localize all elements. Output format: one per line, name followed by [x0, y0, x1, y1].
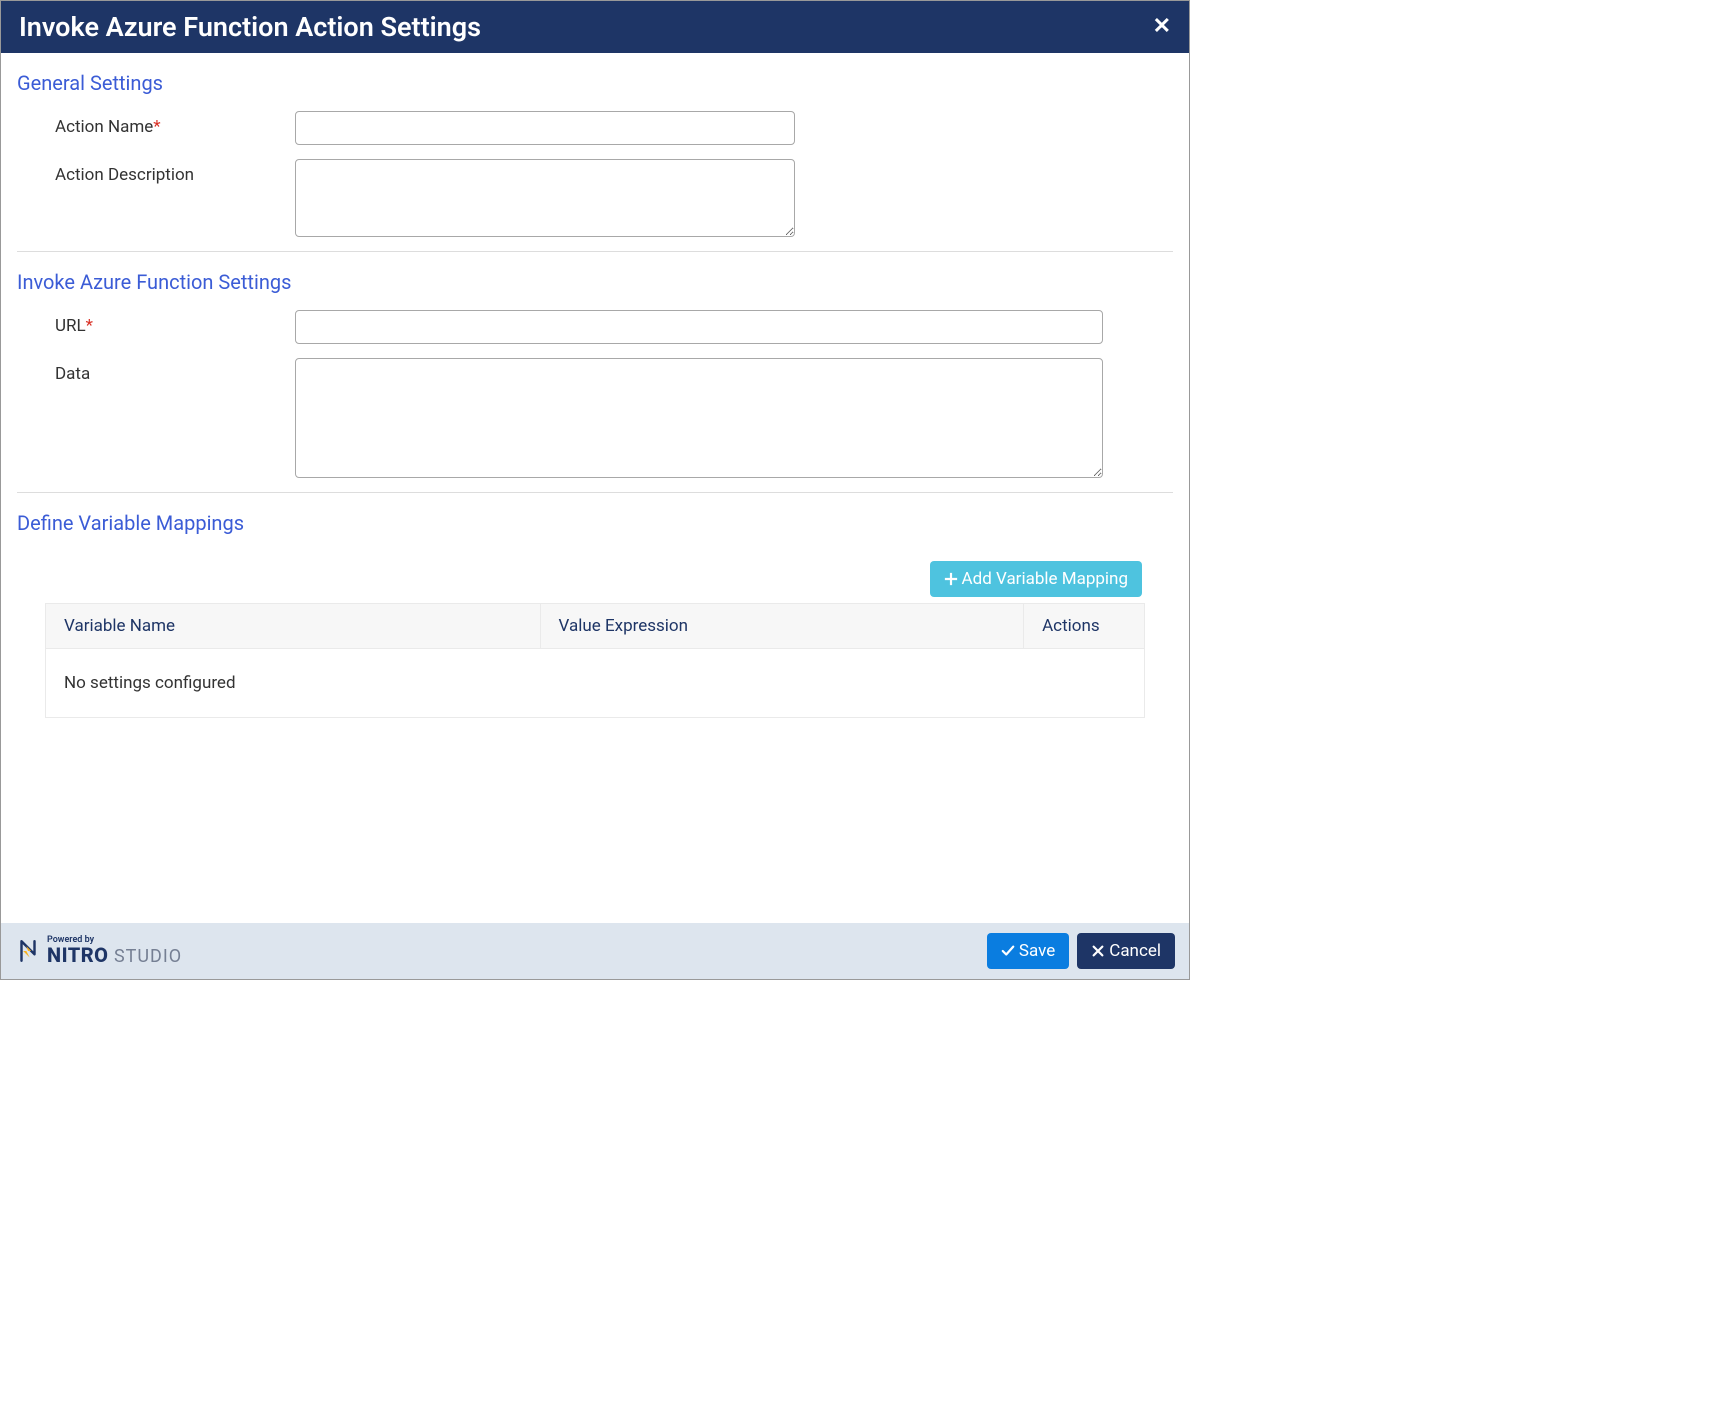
save-button[interactable]: Save	[987, 933, 1069, 969]
col-value-expression: Value Expression	[540, 604, 1024, 649]
required-marker: *	[86, 316, 93, 336]
section-title-mappings: Define Variable Mappings	[17, 511, 1173, 535]
col-actions: Actions	[1024, 604, 1145, 649]
add-variable-mapping-label: Add Variable Mapping	[962, 569, 1128, 589]
plus-icon	[944, 572, 958, 586]
form-row-url: URL*	[17, 310, 1173, 344]
save-label: Save	[1019, 941, 1055, 961]
dialog-header: Invoke Azure Function Action Settings ✕	[1, 1, 1189, 53]
form-row-action-name: Action Name*	[17, 111, 1173, 145]
divider	[17, 251, 1173, 252]
data-label: Data	[55, 358, 295, 384]
form-row-action-description: Action Description	[17, 159, 1173, 237]
table-row-empty: No settings configured	[46, 649, 1145, 718]
section-title-general: General Settings	[17, 71, 1173, 95]
dialog-title: Invoke Azure Function Action Settings	[19, 11, 481, 43]
url-label: URL*	[55, 310, 295, 336]
form-row-data: Data	[17, 358, 1173, 478]
col-variable-name: Variable Name	[46, 604, 541, 649]
cancel-label: Cancel	[1109, 941, 1161, 961]
required-marker: *	[153, 117, 160, 137]
brand: Powered by NITRO STUDIO	[15, 936, 182, 966]
dialog-body: General Settings Action Name* Action Des…	[1, 53, 1189, 923]
action-name-input[interactable]	[295, 111, 795, 145]
cancel-button[interactable]: Cancel	[1077, 933, 1175, 969]
action-name-label: Action Name*	[55, 111, 295, 137]
divider	[17, 492, 1173, 493]
check-icon	[1001, 944, 1015, 958]
url-input[interactable]	[295, 310, 1103, 344]
action-description-label: Action Description	[55, 159, 295, 185]
brand-logo-icon	[15, 938, 41, 964]
section-title-invoke: Invoke Azure Function Settings	[17, 270, 1173, 294]
dialog: Invoke Azure Function Action Settings ✕ …	[0, 0, 1190, 980]
mappings-table: Variable Name Value Expression Actions N…	[45, 603, 1145, 718]
dialog-footer: Powered by NITRO STUDIO Save Cancel	[1, 923, 1189, 979]
x-icon	[1091, 944, 1105, 958]
brand-text: Powered by NITRO STUDIO	[47, 936, 182, 966]
close-icon[interactable]: ✕	[1153, 16, 1171, 38]
brand-name: NITRO STUDIO	[47, 945, 182, 966]
footer-buttons: Save Cancel	[987, 933, 1175, 969]
add-variable-mapping-button[interactable]: Add Variable Mapping	[930, 561, 1142, 597]
empty-message: No settings configured	[46, 649, 1145, 718]
data-input[interactable]	[295, 358, 1103, 478]
add-mapping-row: Add Variable Mapping	[17, 561, 1173, 597]
mappings-table-wrap: Variable Name Value Expression Actions N…	[17, 603, 1173, 718]
action-description-input[interactable]	[295, 159, 795, 237]
